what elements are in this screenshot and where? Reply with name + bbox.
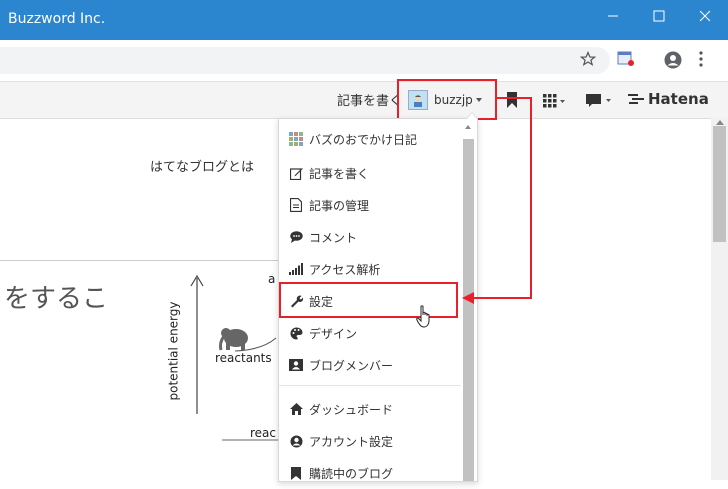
hand-cursor-icon [416,305,430,328]
annotation-arrow [462,97,532,304]
